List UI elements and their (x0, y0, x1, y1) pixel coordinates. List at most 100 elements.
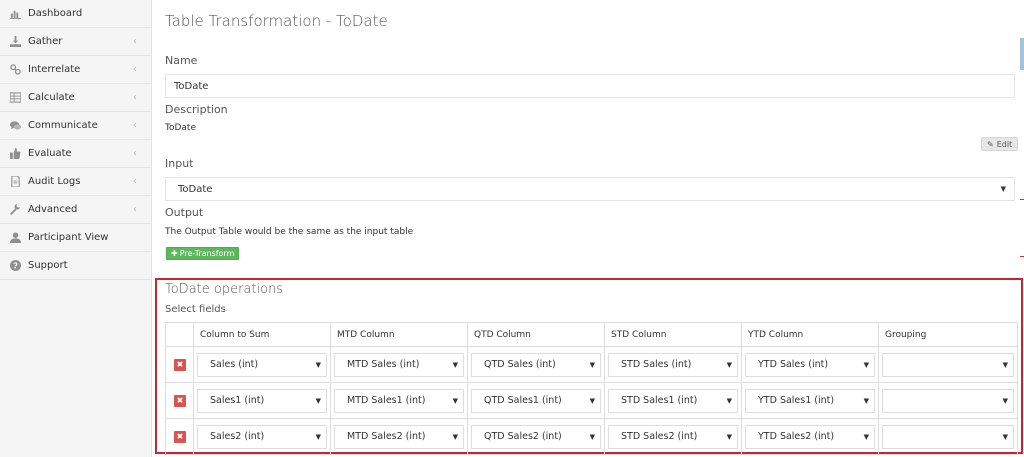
operations-subtitle: Select fields (165, 304, 226, 315)
sidebar-item-label: Advanced (28, 204, 78, 215)
select-value: YTD Sales (int) (758, 359, 829, 370)
delete-row-button[interactable]: ✖ (174, 358, 186, 371)
column-select[interactable]: MTD Sales (int) ▼ (334, 352, 464, 377)
select-cell: YTD Sales1 (int) ▼ (741, 382, 879, 419)
chevron-left-icon: ‹ (133, 204, 137, 215)
delete-row-button[interactable]: ✖ (174, 430, 186, 443)
column-select[interactable]: ▼ (882, 352, 1014, 377)
sidebar-item-audit-logs[interactable]: Audit Logs ‹ (0, 168, 151, 196)
comments-icon (9, 120, 21, 132)
main-content: Table Transformation - ToDate Name ToDat… (152, 0, 1024, 457)
select-cell: YTD Sales2 (int) ▼ (741, 418, 879, 455)
pre-transform-button-label: Pre-Transform (179, 249, 235, 258)
sidebar-item-label: Gather (28, 36, 63, 47)
chevron-left-icon: ‹ (133, 92, 137, 103)
column-select[interactable]: QTD Sales (int) ▼ (471, 352, 601, 377)
sidebar-item-interrelate[interactable]: Interrelate ‹ (0, 56, 151, 84)
caret-down-icon: ▼ (589, 432, 595, 441)
question-circle-icon: ? (9, 260, 21, 272)
caret-down-icon: ▼ (726, 432, 732, 441)
edit-button-label: Edit (996, 139, 1013, 149)
sidebar-item-dashboard[interactable]: Dashboard (0, 0, 151, 28)
select-cell: QTD Sales1 (int) ▼ (467, 382, 605, 419)
column-header: STD Column (604, 322, 742, 347)
column-select[interactable]: Sales1 (int) ▼ (197, 388, 327, 413)
sidebar-item-support[interactable]: ? Support (0, 252, 151, 280)
select-value: QTD Sales1 (int) (484, 395, 562, 406)
column-select[interactable]: MTD Sales1 (int) ▼ (334, 388, 464, 413)
select-cell: STD Sales2 (int) ▼ (604, 418, 742, 455)
select-value: QTD Sales (int) (484, 359, 556, 370)
sidebar-item-label: Participant View (28, 232, 109, 243)
close-icon: ✖ (176, 396, 184, 405)
sidebar-item-label: Dashboard (28, 8, 83, 19)
column-select[interactable]: MTD Sales2 (int) ▼ (334, 424, 464, 449)
column-select[interactable]: YTD Sales2 (int) ▼ (745, 424, 875, 449)
caret-down-icon: ▼ (1000, 185, 1006, 193)
column-select[interactable]: STD Sales2 (int) ▼ (608, 424, 738, 449)
caret-down-icon: ▼ (315, 360, 321, 369)
sidebar-item-advanced[interactable]: Advanced ‹ (0, 196, 151, 224)
column-select[interactable]: STD Sales (int) ▼ (608, 352, 738, 377)
plus-icon: ✚ (171, 249, 178, 258)
chevron-left-icon: ‹ (133, 148, 137, 159)
select-value: MTD Sales1 (int) (347, 395, 426, 406)
close-icon: ✖ (176, 432, 184, 441)
select-cell: QTD Sales2 (int) ▼ (467, 418, 605, 455)
delete-cell: ✖ (165, 418, 194, 455)
caret-down-icon: ▼ (726, 396, 732, 405)
input-select[interactable]: ToDate ▼ (165, 177, 1015, 201)
column-header: YTD Column (741, 322, 879, 347)
select-value: Sales2 (int) (210, 431, 265, 442)
caret-down-icon: ▼ (452, 432, 458, 441)
select-value: MTD Sales (int) (347, 359, 420, 370)
table-row: ✖ Sales1 (int) ▼ MTD Sales1 (int) ▼ QTD Sales… (165, 382, 1018, 419)
select-value: MTD Sales2 (int) (347, 431, 426, 442)
edit-button[interactable]: ✎ Edit (981, 137, 1019, 151)
name-input[interactable]: ToDate (165, 74, 1015, 98)
column-select[interactable]: QTD Sales2 (int) ▼ (471, 424, 601, 449)
delete-cell: ✖ (165, 346, 194, 383)
column-select[interactable]: YTD Sales (int) ▼ (745, 352, 875, 377)
column-header (165, 322, 194, 347)
operations-table: Column to Sum MTD Column QTD Column STD Col… (165, 322, 1018, 455)
sidebar-item-participant-view[interactable]: Participant View (0, 224, 151, 252)
column-select[interactable]: ▼ (882, 388, 1014, 413)
name-label: Name (165, 54, 198, 67)
select-value: STD Sales1 (int) (621, 395, 698, 406)
column-select[interactable]: QTD Sales1 (int) ▼ (471, 388, 601, 413)
sidebar-item-label: Evaluate (28, 148, 72, 159)
chevron-left-icon: ‹ (133, 120, 137, 131)
input-select-value: ToDate (178, 183, 213, 195)
column-select[interactable]: Sales2 (int) ▼ (197, 424, 327, 449)
column-select[interactable]: YTD Sales1 (int) ▼ (745, 388, 875, 413)
select-cell: ▼ (878, 346, 1018, 383)
sidebar-item-communicate[interactable]: Communicate ‹ (0, 112, 151, 140)
file-icon (9, 176, 21, 188)
bar-chart-icon (9, 8, 21, 20)
sidebar-item-calculate[interactable]: Calculate ‹ (0, 84, 151, 112)
pre-transform-button[interactable]: ✚ Pre-Transform (166, 247, 240, 260)
column-select[interactable]: STD Sales1 (int) ▼ (608, 388, 738, 413)
select-cell: ▼ (878, 382, 1018, 419)
sidebar-item-label: Calculate (28, 92, 75, 103)
caret-down-icon: ▼ (1002, 396, 1008, 405)
scrollbar-thumb[interactable] (1020, 38, 1024, 70)
caret-down-icon: ▼ (452, 360, 458, 369)
sidebar-item-label: Audit Logs (28, 176, 81, 187)
description-value: ToDate (165, 123, 196, 133)
close-icon: ✖ (176, 360, 184, 369)
table-icon (9, 92, 21, 104)
select-cell: Sales (int) ▼ (193, 346, 331, 383)
caret-down-icon: ▼ (315, 432, 321, 441)
output-label: Output (165, 206, 204, 219)
marker-line (1020, 199, 1024, 200)
column-select[interactable]: ▼ (882, 424, 1014, 449)
sidebar-item-evaluate[interactable]: Evaluate ‹ (0, 140, 151, 168)
sidebar-item-gather[interactable]: Gather ‹ (0, 28, 151, 56)
delete-row-button[interactable]: ✖ (174, 394, 186, 407)
column-select[interactable]: Sales (int) ▼ (197, 352, 327, 377)
column-header: MTD Column (330, 322, 468, 347)
column-header: Column to Sum (193, 322, 331, 347)
sidebar-item-label: Support (28, 260, 68, 271)
